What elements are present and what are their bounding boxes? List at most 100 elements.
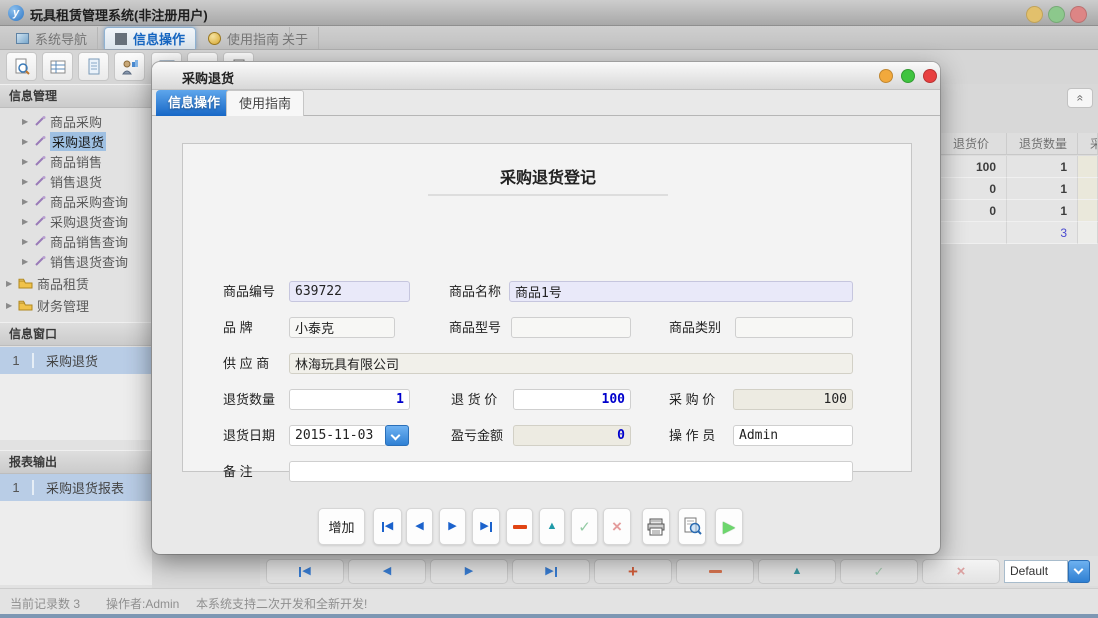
tree-item-selected[interactable]: ▶ 采购退货 [22,131,106,151]
tab-system-nav[interactable]: 系统导航 [6,27,98,49]
brand-field[interactable] [289,317,395,338]
prev-icon: ◀ [415,521,423,532]
grid-cell[interactable]: 1 [1007,200,1078,222]
post-button[interactable]: ✓ [571,508,598,545]
product-name-field[interactable] [509,281,853,302]
window-minimize-button[interactable] [1026,6,1043,23]
return-price-field[interactable] [513,389,631,410]
nav-confirm-button[interactable]: ✓ [840,559,918,584]
product-code-field[interactable] [289,281,410,302]
grid-sum-cell: 3 [1007,222,1078,244]
nav-prev-button[interactable]: ◀ [348,559,426,584]
toolbar-document-button[interactable] [78,52,109,81]
tab-about[interactable]: 关于 [272,27,319,49]
grid-cell[interactable]: 0 [941,200,1007,222]
expander-icon[interactable]: ▶ [22,197,30,206]
tab-info-operation[interactable]: 信息操作 [104,27,196,49]
return-date-field[interactable] [289,425,387,446]
grid-cell[interactable]: 1 [1007,156,1078,178]
profit-loss-field[interactable] [513,425,631,446]
expander-icon[interactable]: ▶ [6,301,14,310]
dialog-button-bar: 增加 ◀ ◀ ▶ ▶ ▲ ✓ × ▶ [152,508,940,548]
grid-cell-clipped[interactable] [1078,200,1098,222]
tree-item[interactable]: ▶ 商品销售查询 [22,231,128,251]
grid-cell-clipped[interactable] [1078,156,1098,178]
model-field[interactable] [511,317,631,338]
nav-next-button[interactable]: ▶ [430,559,508,584]
nav-first-button[interactable]: ◀ [266,559,344,584]
tree-item[interactable]: ▶ 销售退货 [22,171,102,191]
window-maximize-button[interactable] [1048,6,1065,23]
tool-icon [34,155,46,167]
tree-item-folder[interactable]: ▶ 财务管理 [6,295,89,315]
grid-col-header[interactable]: 退货数量 [1007,133,1078,155]
expander-icon[interactable]: ▶ [22,137,30,146]
expander-icon[interactable]: ▶ [6,279,14,288]
category-field[interactable] [735,317,853,338]
dialog-minimize-button[interactable] [879,69,893,83]
dialog-tab-info-operation[interactable]: 信息操作 [156,90,232,116]
next-record-button[interactable]: ▶ [439,508,466,545]
operator-field[interactable] [733,425,853,446]
label-return-qty: 退货数量 [223,389,275,410]
dialog-close-button[interactable] [923,69,937,83]
preset-dropdown-button[interactable] [1068,560,1090,583]
print-preview-button[interactable] [678,508,706,545]
expander-icon[interactable]: ▶ [22,157,30,166]
app-title: 玩具租赁管理系统(非注册用户) [30,5,208,24]
return-qty-field[interactable] [289,389,410,410]
grid-cell-clipped[interactable] [1078,178,1098,200]
preset-select[interactable]: Default [1004,560,1068,583]
expander-icon[interactable]: ▶ [22,177,30,186]
dialog-tab-user-guide[interactable]: 使用指南 [226,90,304,116]
info-window-row[interactable]: 1 采购退货 [0,347,152,374]
toolbar-preview-search-button[interactable] [6,52,37,81]
purchase-price-field[interactable] [733,389,853,410]
up-icon: ▲ [792,566,803,577]
print-button[interactable] [642,508,670,545]
run-report-button[interactable]: ▶ [715,508,743,545]
prev-record-button[interactable]: ◀ [406,508,433,545]
first-record-button[interactable]: ◀ [373,508,402,545]
nav-last-button[interactable]: ▶ [512,559,590,584]
minus-icon [513,525,527,529]
nav-delete-button[interactable] [676,559,754,584]
supplier-field[interactable] [289,353,853,374]
remark-field[interactable] [289,461,853,482]
expander-icon[interactable]: ▶ [22,217,30,226]
grid-col-header-clipped[interactable]: 采购价 [1078,133,1098,155]
last-record-button[interactable]: ▶ [472,508,500,545]
delete-record-button[interactable] [506,508,533,545]
tree-item[interactable]: ▶ 销售退货查询 [22,251,128,271]
grid-cell[interactable]: 0 [941,178,1007,200]
toolbar-person-report-button[interactable] [114,52,145,81]
grid-cell[interactable]: 100 [941,156,1007,178]
document-icon [85,58,103,76]
top-record-button[interactable]: ▲ [539,508,565,545]
tree-item[interactable]: ▶ 商品销售 [22,151,102,171]
grid-cell[interactable]: 1 [1007,178,1078,200]
cancel-edit-button[interactable]: × [603,508,631,545]
tree-item[interactable]: ▶ 商品采购查询 [22,191,128,211]
date-dropdown-button[interactable] [385,425,409,446]
purchase-return-dialog: 采购退货 信息操作 使用指南 采购退货登记 商品编号 商品名称 品 牌 商品型号… [152,62,940,554]
expander-icon[interactable]: ▶ [22,237,30,246]
tree-item-folder[interactable]: ▶ 商品租赁 [6,273,89,293]
run-icon: ▶ [723,517,735,537]
nav-top-button[interactable]: ▲ [758,559,836,584]
toolbar-table-button[interactable] [42,52,73,81]
tree-item[interactable]: ▶ 商品采购 [22,111,102,131]
expander-icon[interactable]: ▶ [22,257,30,266]
nav-cancel-button[interactable]: × [922,559,1000,584]
expander-icon[interactable]: ▶ [22,117,30,126]
table-icon [49,58,67,76]
collapse-panel-button[interactable]: « [1067,88,1093,108]
dialog-maximize-button[interactable] [901,69,915,83]
grid-col-header[interactable]: 退货价 [941,133,1007,155]
window-close-button[interactable] [1070,6,1087,23]
tree-item[interactable]: ▶ 采购退货查询 [22,211,128,231]
up-icon: ▲ [547,521,558,532]
report-row[interactable]: 1 采购退货报表 [0,474,152,501]
nav-add-button[interactable]: + [594,559,672,584]
add-button[interactable]: 增加 [318,508,365,545]
